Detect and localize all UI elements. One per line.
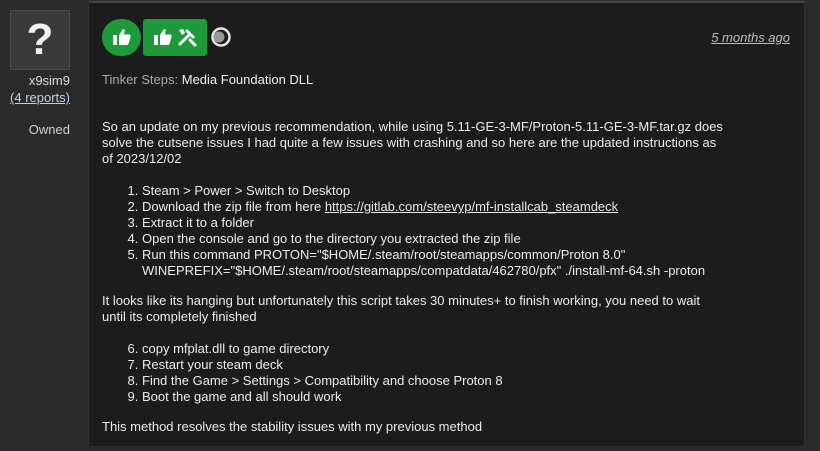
reviewer-sidebar: ? x9sim9 (4 reports) Owned	[0, 0, 88, 447]
thumbs-up-badge[interactable]	[102, 18, 141, 56]
avatar-glyph: ?	[26, 15, 54, 64]
review-intro: So an update on my previous recommendati…	[102, 119, 723, 166]
username: x9sim9	[28, 73, 70, 88]
step-text: WINEPREFIX="$HOME/.steam/root/steamapps/…	[142, 263, 706, 278]
steps-list-b: copy mfplat.dll to game directory Restar…	[102, 341, 727, 405]
list-item: Open the console and go to the directory…	[142, 231, 727, 247]
review-middle: It looks like its hanging but unfortunat…	[102, 293, 700, 324]
step-text: Run this command PROTON="$HOME/.steam/ro…	[142, 247, 626, 262]
ownership-status: Owned	[28, 122, 70, 137]
list-item: copy mfplat.dll to game directory	[142, 341, 727, 357]
steps-list-a: Steam > Power > Switch to Desktop Downlo…	[102, 183, 727, 279]
tinker-steps-label: Tinker Steps:	[102, 72, 179, 87]
list-item: Steam > Power > Switch to Desktop	[142, 183, 727, 199]
tools-icon	[178, 29, 197, 47]
tinker-steps-value: Media Foundation DLL	[181, 72, 314, 87]
tinker-steps: Tinker Steps: Media Foundation DLL	[102, 72, 313, 87]
review-body: So an update on my previous recommendati…	[102, 119, 727, 451]
reports-link[interactable]: (4 reports)	[0, 90, 70, 105]
list-item: Download the zip file from here https://…	[142, 199, 727, 215]
list-item: Run this command PROTON="$HOME/.steam/ro…	[142, 247, 727, 279]
list-item: Extract it to a folder	[142, 215, 727, 231]
thumbs-up-icon	[112, 29, 131, 45]
gitlab-link[interactable]: https://gitlab.com/steevyp/mf-installcab…	[325, 199, 618, 214]
step-text: Download the zip file from here	[142, 199, 325, 214]
avatar[interactable]: ?	[10, 10, 70, 70]
tinker-badge[interactable]	[143, 18, 207, 56]
thumbs-up-icon	[154, 29, 172, 45]
list-item: Boot the game and all should work	[142, 389, 727, 405]
review-outro: This method resolves the stability issue…	[102, 419, 483, 434]
list-item: Find the Game > Settings > Compatibility…	[142, 373, 727, 389]
loading-ring-icon	[210, 26, 232, 48]
review-card: 5 months ago Tinker Steps: Media Foundat…	[88, 0, 805, 447]
card-top-divider	[89, 1, 804, 3]
review-timestamp[interactable]: 5 months ago	[711, 30, 790, 45]
rating-badges	[102, 18, 232, 56]
list-item: Restart your steam deck	[142, 357, 727, 373]
